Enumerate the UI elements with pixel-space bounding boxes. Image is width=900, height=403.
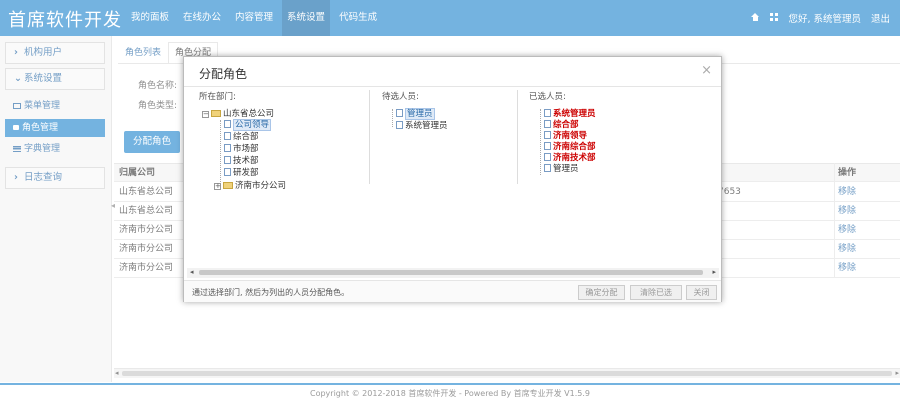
tree-node-label: 市场部 (233, 144, 259, 154)
selected-label: 济南综合部 (553, 142, 596, 152)
dialog-footer: 通过选择部门, 然后为列出的人员分配角色。 确定分配 清除已选 关闭 (184, 280, 721, 302)
assign-role-dialog: 分配角色 × 所在部门: 待选人员: 已选人员: − 山东省总公司 公司领导 综合… (183, 56, 722, 302)
tree-node-label: 综合部 (233, 132, 259, 142)
close-icon[interactable]: × (701, 63, 712, 78)
candidate-label: 系统管理员 (405, 121, 448, 131)
file-icon (224, 156, 231, 164)
tree-node-dept[interactable]: 技术部 (224, 156, 259, 168)
tree-node-dept[interactable]: 研发部 (224, 168, 259, 180)
user-file-icon (396, 109, 403, 117)
folder-icon (211, 110, 221, 117)
user-file-icon (544, 120, 551, 128)
file-icon (224, 120, 231, 128)
column-separator (517, 90, 518, 184)
tree-node-label: 济南市分公司 (235, 181, 287, 191)
candidate-item[interactable]: 系统管理员 (396, 121, 448, 133)
scroll-left-icon[interactable]: ◂ (190, 268, 194, 276)
selected-item[interactable]: 济南综合部 (544, 142, 596, 154)
file-icon (224, 144, 231, 152)
confirm-assign-button[interactable]: 确定分配 (578, 285, 625, 300)
file-icon (224, 168, 231, 176)
scroll-right-icon[interactable]: ▸ (712, 268, 716, 276)
dept-column-title: 所在部门: (199, 92, 236, 102)
selected-label: 综合部 (553, 120, 579, 130)
column-separator (369, 90, 370, 184)
tree-node-branch[interactable]: + 济南市分公司 (214, 181, 286, 193)
selected-label: 管理员 (553, 164, 579, 174)
candidate-item[interactable]: 管理员 (396, 108, 435, 121)
user-file-icon (544, 131, 551, 139)
user-file-icon (396, 121, 403, 129)
user-file-icon (544, 109, 551, 117)
tree-node-label: 山东省总公司 (223, 109, 275, 119)
expand-icon[interactable]: + (214, 183, 221, 190)
selected-label: 济南领导 (553, 131, 588, 141)
tree-node-dept[interactable]: 市场部 (224, 144, 259, 156)
collapse-icon[interactable]: − (202, 111, 209, 118)
candidate-label: 管理员 (405, 108, 435, 120)
clear-selected-button[interactable]: 清除已选 (630, 285, 682, 300)
selected-item[interactable]: 济南技术部 (544, 153, 596, 165)
file-icon (224, 132, 231, 140)
scrollbar-thumb[interactable] (199, 270, 703, 275)
tree-node-label: 研发部 (233, 168, 259, 178)
tree-node-dept[interactable]: 公司领导 (224, 119, 272, 132)
tree-node-label: 技术部 (233, 156, 259, 166)
selected-column-title: 已选人员: (529, 92, 566, 102)
dialog-title: 分配角色 (199, 67, 248, 81)
user-file-icon (544, 153, 551, 161)
selected-item[interactable]: 系统管理员 (544, 109, 596, 121)
user-file-icon (544, 142, 551, 150)
tree-node-dept[interactable]: 综合部 (224, 132, 259, 144)
selected-label: 济南技术部 (553, 153, 596, 163)
selected-item[interactable]: 管理员 (544, 164, 579, 176)
tree-node-label: 公司领导 (233, 119, 272, 131)
candidate-column-title: 待选人员: (382, 92, 419, 102)
dialog-horizontal-scrollbar[interactable]: ◂ ▸ (187, 268, 719, 278)
user-file-icon (544, 164, 551, 172)
selected-label: 系统管理员 (553, 109, 596, 119)
selected-item[interactable]: 济南领导 (544, 131, 587, 143)
folder-icon (223, 182, 233, 189)
dialog-header-divider (184, 86, 721, 87)
selected-item[interactable]: 综合部 (544, 120, 579, 132)
close-dialog-button[interactable]: 关闭 (686, 285, 717, 300)
dialog-hint: 通过选择部门, 然后为列出的人员分配角色。 (192, 288, 350, 297)
